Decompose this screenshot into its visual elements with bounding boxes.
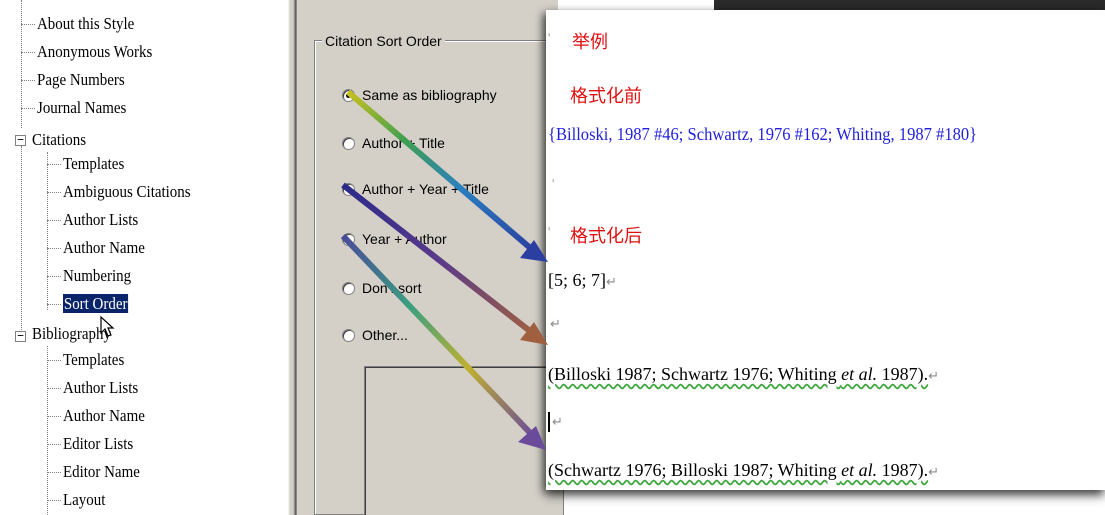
tree-item-citations[interactable]: Citations bbox=[32, 127, 86, 153]
tree-connector bbox=[47, 346, 48, 515]
tree-item-layout[interactable]: Layout bbox=[63, 487, 105, 513]
radio-dot[interactable] bbox=[342, 136, 355, 150]
tree-item-citation-templates[interactable]: Templates bbox=[63, 151, 124, 177]
tree-item-page-numbers[interactable]: Page Numbers bbox=[37, 67, 125, 93]
other-sort-textbox[interactable] bbox=[364, 366, 564, 515]
radio-label: Other... bbox=[362, 327, 408, 343]
collapse-citations-icon[interactable]: − bbox=[15, 134, 26, 146]
tree-item-bibliography-author-lists[interactable]: Author Lists bbox=[63, 375, 138, 401]
group-title: Citation Sort Order bbox=[322, 33, 445, 49]
author-year-citation: (Billoski 1987; Schwartz 1976; Whiting e… bbox=[548, 364, 929, 384]
paragraph-mark-icon: ↵ bbox=[550, 316, 561, 331]
year-author-citation: (Schwartz 1976; Billoski 1987; Whiting e… bbox=[548, 460, 929, 480]
unformatted-citation: {Billoski, 1987 #46; Schwartz, 1976 #162… bbox=[548, 124, 978, 144]
radio-label: Year + Author bbox=[362, 231, 447, 247]
after-format-label: 格式化后 bbox=[570, 226, 642, 247]
tree-connector bbox=[21, 146, 22, 334]
tree-connector bbox=[47, 416, 61, 417]
tree-connector bbox=[47, 248, 61, 249]
tree-connector bbox=[21, 52, 35, 53]
tree-connector bbox=[47, 304, 61, 305]
stray-mark: ' bbox=[552, 176, 555, 191]
paragraph-mark-icon: ↵ bbox=[552, 414, 563, 429]
radio-label: Don't sort bbox=[362, 280, 422, 296]
radio-author-year-title[interactable]: Author + Year + Title bbox=[342, 178, 489, 200]
text-caret bbox=[548, 412, 550, 432]
radio-author-title[interactable]: Author + Title bbox=[342, 132, 445, 154]
radio-year-author[interactable]: Year + Author bbox=[342, 228, 447, 250]
numbered-citation-line: [5; 6; 7]↵ bbox=[548, 270, 617, 291]
radio-dont-sort[interactable]: Don't sort bbox=[342, 277, 421, 299]
radio-label: Author + Year + Title bbox=[362, 181, 489, 197]
stray-mark: ' bbox=[548, 30, 551, 45]
tree-connector bbox=[47, 164, 61, 165]
tree-connector bbox=[47, 500, 61, 501]
tree-item-ambiguous-citations[interactable]: Ambiguous Citations bbox=[63, 179, 191, 205]
tree-connector bbox=[21, 80, 35, 81]
radio-label: Same as bibliography bbox=[362, 87, 497, 103]
radio-same-as-bibliography[interactable]: Same as bibliography bbox=[342, 84, 497, 106]
mouse-cursor-icon bbox=[100, 316, 115, 337]
radio-dot[interactable] bbox=[342, 328, 355, 342]
tree-connector bbox=[47, 388, 61, 389]
radio-dot[interactable] bbox=[342, 88, 355, 102]
tree-connector bbox=[47, 360, 61, 361]
radio-other[interactable]: Other... bbox=[342, 324, 408, 346]
tree-item-citation-author-lists[interactable]: Author Lists bbox=[63, 207, 138, 233]
tree-item-anonymous-works[interactable]: Anonymous Works bbox=[37, 39, 152, 65]
tree-connector bbox=[47, 220, 61, 221]
example-label: 举例 bbox=[572, 32, 608, 53]
collapse-bibliography-icon[interactable]: − bbox=[15, 330, 26, 342]
tree-connector bbox=[47, 192, 61, 193]
numbered-citation: [5; 6; 7] bbox=[548, 270, 606, 290]
tree-connector bbox=[47, 444, 61, 445]
tree-connector bbox=[47, 276, 61, 277]
before-format-label: 格式化前 bbox=[570, 86, 642, 107]
doc-top-shadow bbox=[714, 0, 1105, 10]
tree-item-numbering[interactable]: Numbering bbox=[63, 263, 131, 289]
tree-item-sort-order[interactable]: Sort Order bbox=[62, 291, 130, 317]
tree-item-journal-names[interactable]: Journal Names bbox=[37, 95, 126, 121]
paragraph-mark-icon: ↵ bbox=[928, 464, 940, 479]
radio-dot[interactable] bbox=[342, 281, 355, 295]
radio-label: Author + Title bbox=[362, 135, 445, 151]
tree-item-bibliography-author-name[interactable]: Author Name bbox=[63, 403, 145, 429]
pane-splitter[interactable] bbox=[288, 0, 298, 515]
tree-connector bbox=[21, 108, 35, 109]
stray-mark: ' bbox=[548, 224, 551, 239]
tree-item-citation-author-name[interactable]: Author Name bbox=[63, 235, 145, 261]
year-author-citation-line: (Schwartz 1976; Billoski 1987; Whiting e… bbox=[548, 460, 939, 481]
tree-connector bbox=[21, 24, 35, 25]
sort-order-panel: Citation Sort Order Same as bibliography… bbox=[298, 0, 564, 515]
tree-item-editor-lists[interactable]: Editor Lists bbox=[63, 431, 133, 457]
tree-item-editor-name[interactable]: Editor Name bbox=[63, 459, 140, 485]
paragraph-mark-icon: ↵ bbox=[606, 274, 617, 289]
tree-connector bbox=[47, 472, 61, 473]
author-year-citation-line: (Billoski 1987; Schwartz 1976; Whiting e… bbox=[548, 364, 939, 385]
radio-dot[interactable] bbox=[342, 232, 355, 246]
tree-connector bbox=[47, 152, 48, 310]
tree-item-about-this-style[interactable]: About this Style bbox=[37, 11, 134, 37]
style-tree: − − About this Style Anonymous Works Pag… bbox=[0, 0, 288, 515]
paragraph-mark-icon: ↵ bbox=[928, 368, 940, 383]
tree-item-bibliography-templates[interactable]: Templates bbox=[63, 347, 124, 373]
radio-dot[interactable] bbox=[342, 182, 355, 196]
